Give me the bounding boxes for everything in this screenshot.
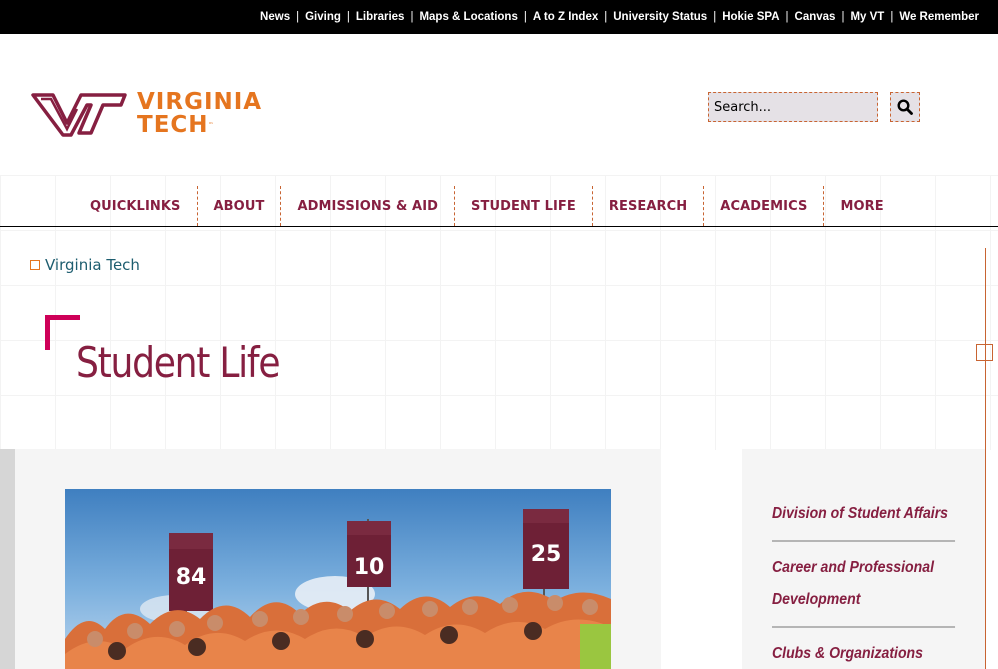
vt-logo-icon — [31, 93, 127, 137]
utility-nav: News Giving Libraries Maps & Locations A… — [0, 0, 998, 34]
nav-item-about[interactable]: ABOUT — [196, 186, 281, 226]
utility-link-status[interactable]: University Status — [598, 11, 707, 23]
utility-link-libraries[interactable]: Libraries — [341, 11, 405, 23]
utility-link-label[interactable]: Giving — [305, 11, 341, 23]
utility-link-label[interactable]: Canvas — [795, 11, 836, 23]
sidebar-divider — [772, 626, 956, 628]
utility-link-label[interactable]: Maps & Locations — [419, 11, 517, 23]
utility-link-label[interactable]: University Status — [613, 11, 707, 23]
sidebar-link-career-development[interactable]: Career and Professional Development — [772, 552, 955, 616]
logo-line-2-text: TECH — [137, 112, 209, 138]
sign-number-10: 10 — [354, 555, 385, 580]
crowd-photo-illustration: 84 10 25 — [65, 489, 611, 669]
hero-photo-crowd: 84 10 25 — [65, 489, 611, 669]
search-input[interactable] — [708, 92, 878, 122]
utility-link-news[interactable]: News — [260, 11, 290, 23]
sidebar-divider — [772, 540, 956, 542]
sidebar-link-clubs-organizations[interactable]: Clubs & Organizations — [772, 638, 955, 669]
utility-link-we-remember[interactable]: We Remember — [884, 11, 979, 23]
utility-link-label[interactable]: We Remember — [899, 11, 979, 23]
trademark: ™ — [208, 122, 214, 128]
breadcrumb: Virginia Tech — [30, 256, 140, 274]
utility-link-label[interactable]: Hokie SPA — [722, 11, 779, 23]
breadcrumb-link-virginia-tech[interactable]: Virginia Tech — [45, 256, 140, 274]
utility-link-label[interactable]: My VT — [850, 11, 884, 23]
sidebar-links: Division of Student Affairs Career and P… — [772, 498, 956, 669]
square-outline-icon — [30, 260, 40, 270]
utility-link-label[interactable]: A to Z Index — [533, 11, 598, 23]
title-bracket-decoration — [45, 315, 80, 350]
utility-link-a-to-z[interactable]: A to Z Index — [518, 11, 598, 23]
decorative-square — [976, 344, 993, 361]
utility-link-label[interactable]: Libraries — [356, 11, 405, 23]
utility-link-maps[interactable]: Maps & Locations — [404, 11, 517, 23]
page-title: Student Life — [76, 338, 281, 387]
utility-link-hokie-spa[interactable]: Hokie SPA — [707, 11, 779, 23]
sign-number-84: 84 — [176, 565, 207, 590]
decorative-rule — [985, 248, 986, 669]
utility-link-label[interactable]: News — [260, 11, 290, 23]
sidebar-link-text: Clubs & Organizations — [772, 645, 923, 662]
nav-item-quicklinks[interactable]: QUICKLINKS — [74, 186, 197, 226]
sidebar-link-student-affairs[interactable]: Division of Student Affairs — [772, 498, 955, 530]
main-nav: QUICKLINKS ABOUT ADMISSIONS & AID STUDEN… — [0, 186, 998, 227]
sidebar-link-text: Division of Student Affairs — [772, 505, 949, 522]
sign-number-25: 25 — [531, 542, 562, 567]
nav-item-more[interactable]: MORE — [823, 186, 899, 226]
sidebar-link-text: Career and Professional — [772, 559, 934, 576]
search-button[interactable] — [890, 92, 920, 122]
content-left-band — [0, 449, 15, 669]
nav-item-student-life[interactable]: STUDENT LIFE — [454, 186, 592, 226]
site-logo[interactable]: VIRGINIA TECH™ — [31, 88, 276, 140]
logo-wordmark: VIRGINIA TECH™ — [137, 91, 262, 137]
logo-line-2: TECH™ — [137, 114, 262, 137]
utility-link-giving[interactable]: Giving — [290, 11, 341, 23]
utility-link-my-vt[interactable]: My VT — [835, 11, 884, 23]
nav-item-research[interactable]: RESEARCH — [591, 186, 703, 226]
utility-link-canvas[interactable]: Canvas — [780, 11, 836, 23]
nav-item-academics[interactable]: ACADEMICS — [703, 186, 823, 226]
logo-line-1: VIRGINIA — [137, 89, 263, 115]
search-icon — [897, 99, 913, 115]
nav-item-admissions-aid[interactable]: ADMISSIONS & AID — [280, 186, 454, 226]
sidebar-link-text: Development — [772, 591, 861, 608]
